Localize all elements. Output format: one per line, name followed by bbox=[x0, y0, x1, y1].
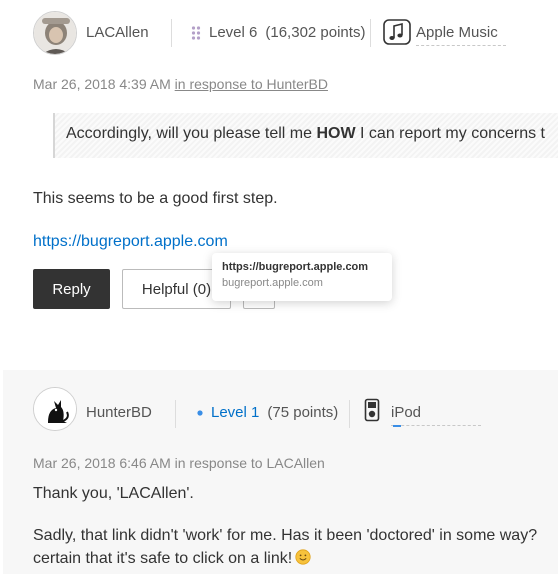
reply-button-label: Reply bbox=[52, 280, 91, 298]
reply-button[interactable]: Reply bbox=[33, 269, 110, 309]
post-body-line: certain that it's safe to click on a lin… bbox=[33, 549, 311, 570]
user-photo-icon bbox=[34, 12, 76, 54]
post-body-line: Thank you, 'LACAllen'. bbox=[33, 485, 194, 502]
link-tooltip: https://bugreport.apple.com bugreport.ap… bbox=[212, 253, 392, 301]
points-count: (16,302 points) bbox=[265, 24, 366, 41]
post-body-line-text: certain that it's safe to click on a lin… bbox=[33, 550, 293, 567]
quoted-text-block: Accordingly, will you please tell me HOW… bbox=[53, 113, 558, 158]
level-dot-icon bbox=[197, 409, 203, 416]
in-response-link[interactable]: in response to HunterBD bbox=[175, 76, 328, 92]
quote-text-end: I can report my concerns t bbox=[355, 125, 545, 142]
user-level: Level 1 (75 points) bbox=[197, 404, 338, 421]
quote-text: Accordingly, will you please tell me bbox=[66, 125, 317, 142]
post-meta: Mar 26, 2018 4:39 AM in response to Hunt… bbox=[33, 76, 328, 92]
music-note-icon bbox=[383, 19, 411, 50]
community-link[interactable]: Apple Music bbox=[416, 24, 506, 46]
helpful-button-label: Helpful (0) bbox=[141, 280, 212, 298]
tooltip-title: https://bugreport.apple.com bbox=[222, 261, 369, 273]
post-body-text: This seems to be a good first step. bbox=[33, 190, 278, 207]
community-link[interactable]: iPod bbox=[391, 404, 481, 426]
bugreport-link[interactable]: https://bugreport.apple.com bbox=[33, 233, 228, 251]
level-label[interactable]: Level 6 bbox=[209, 24, 257, 41]
smiley-emoji-icon bbox=[295, 549, 311, 570]
divider bbox=[171, 19, 172, 47]
tooltip-url: bugreport.apple.com bbox=[222, 277, 323, 289]
reply-post-lacallen: LACAllen Level 6 (16,302 points) Apple M… bbox=[0, 0, 558, 350]
post-meta: Mar 26, 2018 6:46 AM in response to LACA… bbox=[33, 455, 325, 471]
community-underline-accent bbox=[393, 425, 401, 427]
divider bbox=[175, 400, 176, 428]
reply-post-hunterbd: HunterBD Level 1 (75 points) iPod Mar 26… bbox=[3, 370, 558, 574]
divider bbox=[370, 19, 371, 47]
post-date: Mar 26, 2018 4:39 AM bbox=[33, 76, 171, 92]
ipod-icon bbox=[364, 398, 380, 427]
level-label[interactable]: Level 1 bbox=[211, 404, 259, 421]
level-dots-icon bbox=[191, 25, 201, 40]
divider bbox=[349, 400, 350, 428]
points-count: (75 points) bbox=[267, 404, 339, 421]
cat-avatar-icon bbox=[34, 388, 76, 430]
author-name[interactable]: LACAllen bbox=[86, 24, 149, 41]
avatar[interactable] bbox=[33, 387, 77, 431]
post-body-line: Sadly, that link didn't 'work' for me. H… bbox=[33, 527, 538, 544]
avatar[interactable] bbox=[33, 11, 77, 55]
author-name[interactable]: HunterBD bbox=[86, 404, 152, 421]
quote-emphasis: HOW bbox=[316, 125, 356, 142]
user-level: Level 6 (16,302 points) bbox=[191, 24, 365, 41]
